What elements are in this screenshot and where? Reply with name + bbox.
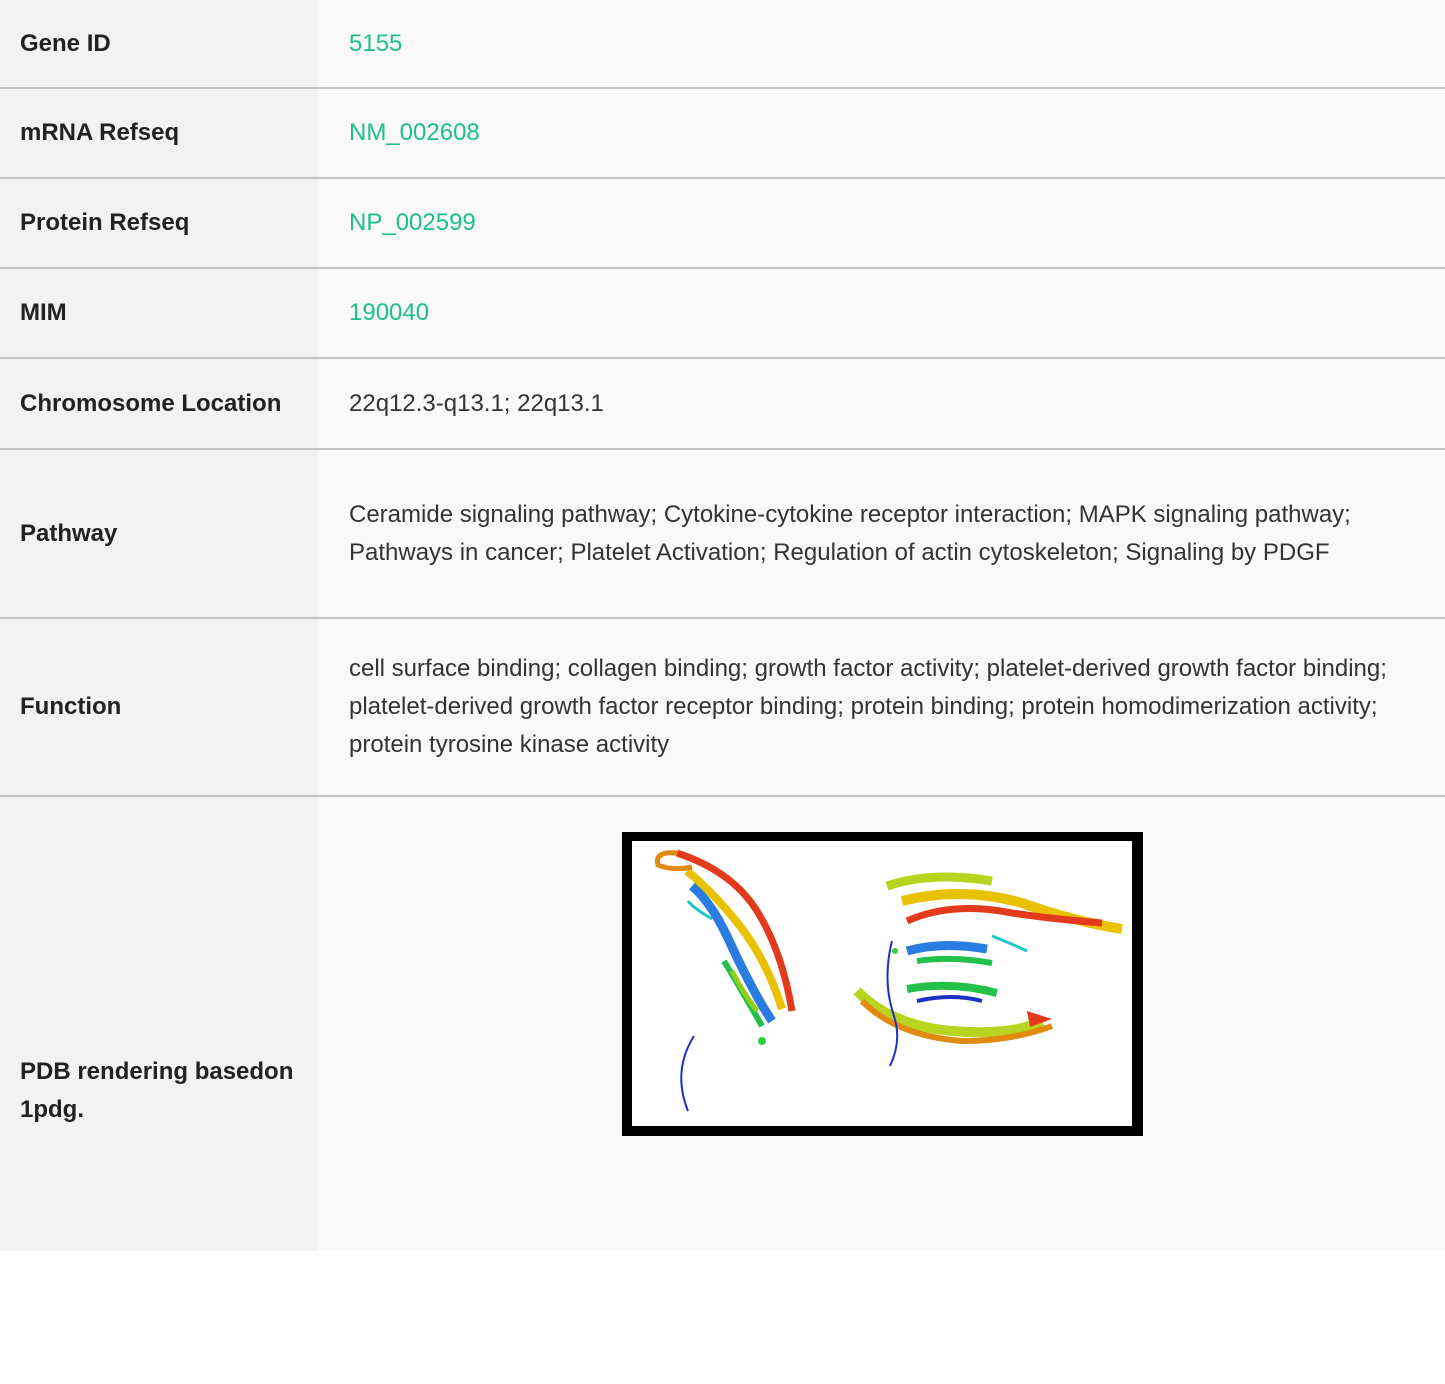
table-row: PDB rendering basedon 1pdg.: [0, 796, 1445, 1384]
row-label-pathway: Pathway: [0, 449, 318, 619]
table-row: Chromosome Location 22q12.3-q13.1; 22q13…: [0, 358, 1445, 450]
function-value: cell surface binding; collagen binding; …: [318, 618, 1445, 797]
protein-ribbon-illustration: [654, 849, 1123, 1112]
pdb-structure-image: [622, 832, 1143, 1136]
pathway-value: Ceramide signaling pathway; Cytokine-cyt…: [318, 449, 1445, 619]
mrna-refseq-link[interactable]: NM_002608: [349, 119, 480, 146]
table-row: MIM 190040: [0, 268, 1445, 359]
mim-link[interactable]: 190040: [349, 299, 429, 326]
row-label-pdb-rendering: PDB rendering basedon 1pdg.: [20, 1057, 294, 1123]
gene-info-table: Gene ID 5155 mRNA Refseq NM_002608 Prote…: [0, 0, 1445, 1384]
table-row: Gene ID 5155: [0, 0, 1445, 89]
table-row: Function cell surface binding; collagen …: [0, 618, 1445, 797]
gene-id-link[interactable]: 5155: [349, 30, 402, 57]
row-label-chromosome-location: Chromosome Location: [0, 358, 318, 450]
chromosome-location-value: 22q12.3-q13.1; 22q13.1: [318, 358, 1445, 450]
row-label-protein-refseq: Protein Refseq: [0, 178, 318, 269]
table-row: mRNA Refseq NM_002608: [0, 88, 1445, 179]
row-label-gene-id: Gene ID: [0, 0, 318, 89]
protein-refseq-link[interactable]: NP_002599: [349, 209, 476, 236]
table-row: Pathway Ceramide signaling pathway; Cyto…: [0, 449, 1445, 619]
row-label-mrna-refseq: mRNA Refseq: [0, 88, 318, 179]
row-label-mim: MIM: [0, 268, 318, 359]
table-row: Protein Refseq NP_002599: [0, 178, 1445, 269]
row-label-function: Function: [0, 618, 318, 797]
gene-info-panel: Gene ID 5155 mRNA Refseq NM_002608 Prote…: [0, 0, 1445, 1251]
